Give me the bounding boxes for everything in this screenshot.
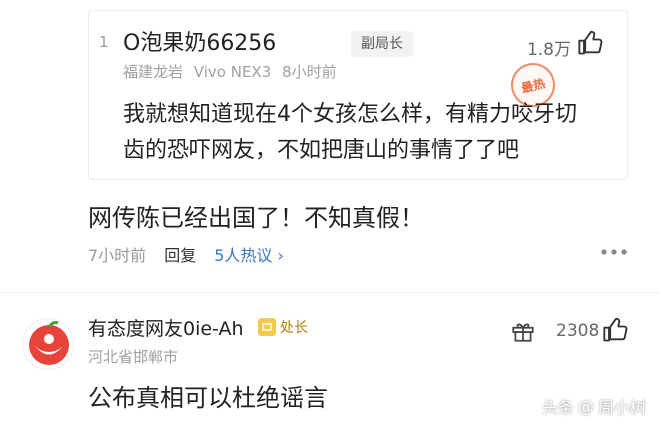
quoted-device: Vivo NEX3 <box>193 63 272 81</box>
quoted-user-badge: 副局长 <box>351 31 413 57</box>
chevron-right-icon: › <box>277 246 284 265</box>
hot-replies-label: 5人热议 <box>214 246 273 265</box>
badge-icon <box>258 318 276 336</box>
comment-index: 1 <box>99 33 109 51</box>
reply-button[interactable]: 回复 <box>164 242 196 266</box>
user-rank-badge: 处长 <box>258 316 308 338</box>
quoted-like-count: 1.8万 <box>526 40 571 60</box>
quoted-comment-card[interactable]: 1 O泡果奶66256 副局长 福建龙岩 Vivo NEX3 8小时前 1.8万… <box>88 10 628 180</box>
comment-username[interactable]: 有态度网友0ie-Ah <box>88 314 244 341</box>
watermark-brand: 头条 <box>541 398 574 417</box>
watermark: 头条 @ 周小树 <box>542 394 646 418</box>
quoted-comment-text: 我就想知道现在4个女孩怎么样，有精力咬牙切齿的恐吓网友，不如把唐山的事情了了吧 <box>123 102 577 163</box>
thumbs-up-icon[interactable] <box>602 316 630 344</box>
quoted-username[interactable]: O泡果奶66256 <box>123 25 276 57</box>
quoted-meta: 福建龙岩 Vivo NEX3 8小时前 <box>123 61 343 82</box>
comment-location: 河北省邯郸市 <box>88 348 179 366</box>
hot-replies-link[interactable]: 5人热议 › <box>214 242 284 266</box>
quoted-location: 福建龙岩 <box>123 63 184 81</box>
badge-label: 处长 <box>280 320 308 336</box>
more-dots-icon[interactable] <box>600 247 628 257</box>
avatar-logo <box>29 321 69 365</box>
thumbs-up-icon[interactable] <box>577 29 605 57</box>
reply-time: 7小时前 <box>88 246 147 265</box>
reply-text: 网传陈已经出国了！不知真假！ <box>88 204 424 232</box>
divider <box>0 292 660 293</box>
comment-text: 公布真相可以杜绝谣言 <box>88 384 328 412</box>
comment-like-count: 2308 <box>556 321 600 341</box>
quoted-time: 8小时前 <box>282 63 337 81</box>
reply-meta: 7小时前 回复 5人热议 › <box>88 242 284 266</box>
watermark-at: @ <box>577 396 594 416</box>
gift-icon[interactable] <box>510 318 536 344</box>
avatar[interactable] <box>22 318 74 370</box>
watermark-author: 周小树 <box>597 398 646 417</box>
